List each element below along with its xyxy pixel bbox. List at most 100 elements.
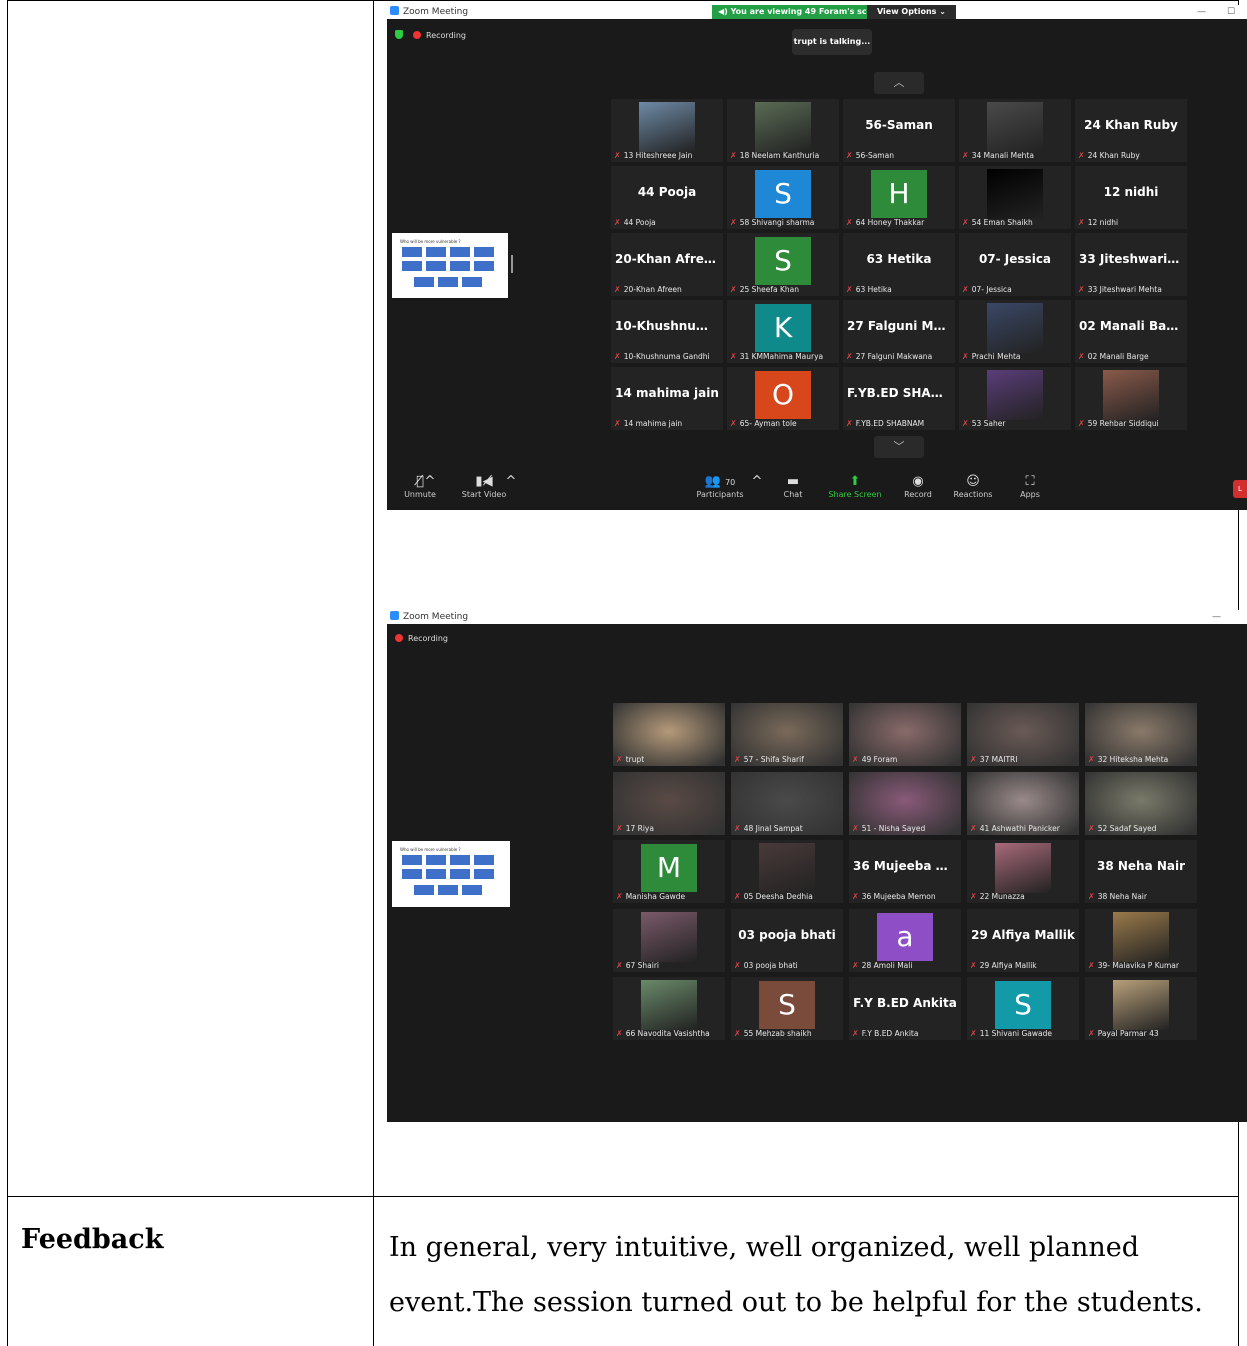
participant-tile[interactable]: 03 pooja bhati ✗ 03 pooja bhati (731, 908, 843, 972)
participants-button[interactable]: 👥 70 Participants (690, 474, 750, 499)
participant-tile[interactable]: 38 Neha Nair ✗ 38 Neha Nair (1085, 840, 1197, 903)
participant-tile[interactable]: 27 Falguni Mak... ✗27 Falguni Makwana (843, 300, 955, 363)
muted-mic-icon: ✗ (846, 419, 853, 428)
participant-tile[interactable]: 36 Mujeeba Me... ✗36 Mujeeba Memon (849, 840, 961, 903)
profile-photo (995, 843, 1051, 893)
participant-tile[interactable]: ✗ 66 Navodita Vasishtha (613, 977, 725, 1040)
participant-tile[interactable]: 33 Jiteshwari M... ✗33 Jiteshwari Mehta (1075, 233, 1187, 296)
muted-mic-icon: ✗ (734, 755, 741, 764)
participant-tile[interactable]: F.Y B.ED Ankita ✗ F.Y B.ED Ankita (849, 977, 961, 1040)
participant-tile[interactable]: ✗ 37 MAITRI (967, 703, 1079, 766)
participant-name-large: 10-Khushnuma... (615, 319, 719, 333)
window-title: Zoom Meeting (403, 612, 469, 622)
participant-name-label: ✗ F.YB.ED SHABNAM (846, 419, 925, 428)
participant-tile[interactable]: ✗ 39- Malavika P Kumar (1085, 908, 1197, 972)
participant-tile[interactable]: 56-Saman ✗ 56-Saman (843, 99, 955, 162)
participant-tile[interactable]: a ✗ 28 Amoli Mali (849, 908, 961, 972)
share-screen-button[interactable]: ⬆ Share Screen (825, 474, 885, 499)
participant-tile[interactable]: ✗ Prachi Mehta (959, 300, 1071, 363)
participant-tile[interactable]: 02 Manali Barge ✗ 02 Manali Barge (1075, 300, 1187, 363)
participant-tile[interactable]: 14 mahima jain ✗ 14 mahima jain (611, 367, 723, 430)
minimize-button[interactable]: — (1212, 610, 1221, 624)
muted-mic-icon: ✗ (730, 352, 737, 361)
participant-tile[interactable]: ✗ 18 Neelam Kanthuria (727, 99, 839, 162)
video-options-caret[interactable]: ^ (501, 474, 521, 490)
reactions-button[interactable]: ☺ Reactions (943, 474, 1003, 499)
chat-button[interactable]: ▬ Chat (763, 474, 823, 499)
participant-tile[interactable]: ✗ 22 Munazza (967, 840, 1079, 903)
participant-tile[interactable]: ✗ 53 Saher (959, 367, 1071, 430)
muted-mic-icon: ✗ (970, 755, 977, 764)
panel-resize-handle[interactable] (511, 255, 513, 273)
table-middle-border (373, 0, 374, 1346)
record-button[interactable]: ◉ Record (888, 474, 948, 499)
participant-tile[interactable]: ✗ 49 Foram (849, 703, 961, 766)
participant-tile[interactable]: ✗ 17 Riya (613, 771, 725, 835)
participant-tile[interactable]: F.YB.ED SHABN... ✗F.YB.ED SHABNAM (843, 367, 955, 430)
participant-name-label: ✗ 24 Khan Ruby (1078, 151, 1140, 160)
participant-name-label: ✗ 49 Foram (852, 755, 898, 764)
participant-tile[interactable]: 12 nidhi ✗ 12 nidhi (1075, 166, 1187, 229)
participant-name-label: ✗ 07- Jessica (962, 285, 1012, 294)
page-down-button[interactable]: ﹀ (874, 436, 924, 458)
chevron-up-icon: ︿ (893, 76, 905, 89)
participant-tile[interactable]: S ✗ 55 Mehzab shaikh (731, 977, 843, 1040)
participant-tile[interactable]: 24 Khan Ruby ✗ 24 Khan Ruby (1075, 99, 1187, 162)
participant-tile[interactable]: ✗ 48 Jinal Sampat (731, 771, 843, 835)
minimize-button[interactable]: — (1197, 5, 1206, 19)
participant-tile[interactable]: ✗ 05 Deesha Dedhia (731, 840, 843, 903)
participant-tile[interactable]: ✗ Payal Parmar 43 (1085, 977, 1197, 1040)
muted-mic-icon: ✗ (846, 218, 853, 227)
participant-tile[interactable]: S ✗ 11 Shivani Gawade (967, 977, 1079, 1040)
participant-tile[interactable]: M ✗ Manisha Gawde (613, 840, 725, 903)
participant-name-large: 27 Falguni Mak... (847, 319, 951, 333)
participant-tile[interactable]: 63 Hetika ✗ 63 Hetika (843, 233, 955, 296)
maximize-button[interactable]: ☐ (1227, 5, 1235, 19)
shared-screen-thumbnail[interactable]: Who will be more vulnerable ? (392, 233, 508, 298)
participant-tile[interactable]: ✗ 32 Hiteksha Mehta (1085, 703, 1197, 766)
view-options-button[interactable]: View Options ⌄ (867, 5, 956, 19)
muted-mic-icon: ✗ (734, 892, 741, 901)
participant-name-large: 03 pooja bhati (738, 927, 836, 942)
participant-tile[interactable]: S ✗ 58 Shivangi sharma (727, 166, 839, 229)
share-screen-icon: ⬆ (849, 474, 861, 489)
shared-screen-thumbnail[interactable]: Who will be more vulnerable ? (392, 841, 510, 907)
leave-button[interactable]: L (1233, 480, 1247, 498)
participant-tile[interactable]: ✗ 57 - Shifa Sharif (731, 703, 843, 766)
participant-tile[interactable]: S ✗ 25 Sheefa Khan (727, 233, 839, 296)
participant-tile[interactable]: 29 Alfiya Mallik ✗ 29 Alfiya Mallik (967, 908, 1079, 972)
participant-name-label: ✗ F.Y B.ED Ankita (852, 1029, 919, 1038)
participant-name-label: ✗ 12 nidhi (1078, 218, 1119, 227)
participant-tile[interactable]: 07- Jessica ✗ 07- Jessica (959, 233, 1071, 296)
participant-tile[interactable]: 10-Khushnuma... ✗ 10-Khushnuma Gandhi (611, 300, 723, 363)
chat-icon: ▬ (786, 474, 800, 489)
audio-options-caret[interactable]: ^ (420, 474, 440, 490)
apps-button[interactable]: ⛶ Apps (1000, 474, 1060, 499)
participant-tile[interactable]: ✗ 13 Hiteshreee Jain (611, 99, 723, 162)
page-up-button[interactable]: ︿ (874, 72, 924, 94)
participant-tile[interactable]: K ✗ 31 KMMahima Maurya (727, 300, 839, 363)
avatar-initial: O (755, 371, 811, 419)
participant-tile[interactable]: H ✗ 64 Honey Thakkar (843, 166, 955, 229)
participant-tile[interactable]: ✗ 34 Manali Mehta (959, 99, 1071, 162)
muted-mic-icon: ✗ (970, 1029, 977, 1038)
participant-name-label: ✗ 57 - Shifa Sharif (734, 755, 804, 764)
muted-mic-icon: ✗ (614, 285, 621, 294)
participant-tile[interactable]: ✗ 52 Sadaf Sayed (1085, 771, 1197, 835)
participant-tile[interactable]: ✗ 59 Rehbar Siddiqui (1075, 367, 1187, 430)
participant-tile[interactable]: ✗ trupt (613, 703, 725, 766)
participant-name-label: ✗ 28 Amoli Mali (852, 960, 913, 970)
participant-name-label: ✗ 58 Shivangi sharma (730, 218, 815, 227)
feedback-label: Feedback (21, 1224, 164, 1255)
participant-tile[interactable]: 44 Pooja ✗ 44 Pooja (611, 166, 723, 229)
participant-tile[interactable]: ✗ 67 Shairi (613, 908, 725, 972)
participant-name-large: 44 Pooja (637, 185, 697, 199)
muted-mic-icon: ✗ (1078, 218, 1085, 227)
participant-tile[interactable]: ✗ 41 Ashwathi Panicker (967, 771, 1079, 835)
participant-tile[interactable]: ✗ 54 Eman Shaikh (959, 166, 1071, 229)
participant-tile[interactable]: 20-Khan Afreen ✗ 20-Khan Afreen (611, 233, 723, 296)
participant-name-large: 20-Khan Afreen (615, 252, 719, 266)
participant-name-label: ✗ 34 Manali Mehta (962, 151, 1034, 160)
participant-tile[interactable]: O ✗ 65- Ayman tole (727, 367, 839, 430)
participant-tile[interactable]: ✗ 51 - Nisha Sayed (849, 771, 961, 835)
